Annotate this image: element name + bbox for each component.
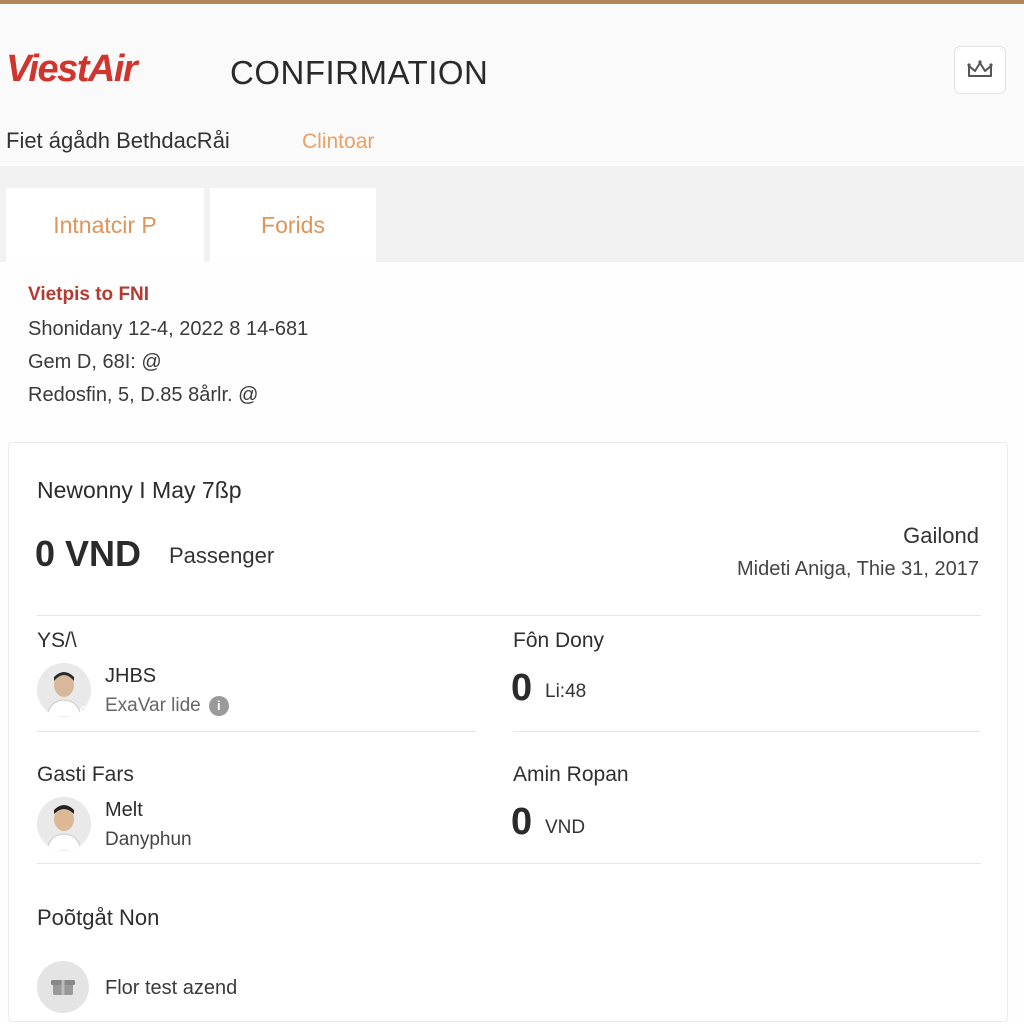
passenger-name: JHBS [105,665,157,687]
divider [513,731,981,732]
fare-amount: 0 [511,667,533,709]
heart-icon: ♥ [83,839,90,851]
tab-forids[interactable]: Forids [210,188,376,262]
fare-unit: Li:48 [545,681,587,702]
footer-heading: Poõtgåt Non [37,905,160,930]
avatar: ♥ [37,797,91,851]
passenger-sub-text: ExaVar lide [105,695,201,716]
footer-text: Flor test azend [105,977,238,999]
price-label: Passenger [169,543,275,568]
guest-name: Melt [105,799,143,821]
tab-international[interactable]: Intnatcir P [6,188,204,262]
route-gate-line: Gem D, 68I: @ [28,351,162,373]
route-date-line: Shonidany 12-4, 2022 8 14-681 [28,318,309,340]
amount-unit: VND [545,817,586,838]
tab-bar: Intnatcir P Forids [0,166,1024,262]
route-title: Vietpis to FNI [28,284,150,305]
gift-button[interactable] [37,961,89,1013]
header: ViestAir CONFIRMATION Fiet ágådh Bethdac… [0,4,1024,164]
guest-sub: Danyphun [105,829,192,850]
page-title: CONFIRMATION [230,54,489,91]
crown-icon [967,60,993,77]
booking-subtitle: Fiet ágådh BethdacRåi [6,128,230,153]
route-seat-line: Redosfin, 5, D.85 8årlr. @ [28,384,259,406]
guest-section-label: Gasti Fars [37,763,134,786]
confirmation-page: ViestAir CONFIRMATION Fiet ágådh Bethdac… [0,0,1024,1024]
divider [37,615,981,616]
avatar [37,663,91,717]
crown-button[interactable] [954,46,1006,94]
status-dot [80,706,89,715]
booking-card: Newonny I May 7ßp 0 VND Passenger Gailon… [8,442,1008,1022]
amount-value: 0 [511,801,533,843]
header-link[interactable]: Clintoar [302,130,374,154]
divider [37,731,477,732]
amount-section-label: Amin Ropan [513,763,629,786]
card-heading: Newonny I May 7ßp [37,477,242,503]
destination-subtitle: Mideti Aniga, Thie 31, 2017 [736,558,979,580]
total-price: 0 VND [35,533,142,574]
brand-logo[interactable]: ViestAir [6,48,138,91]
destination-title: Gailond [903,523,979,548]
info-icon[interactable]: i [208,695,229,716]
gift-icon [51,980,75,995]
passenger-section-label: YS/\ [37,629,77,652]
divider [37,863,981,864]
passenger-sub: ExaVar lide i [105,695,229,717]
fare-section-label: Fôn Dony [513,629,605,652]
